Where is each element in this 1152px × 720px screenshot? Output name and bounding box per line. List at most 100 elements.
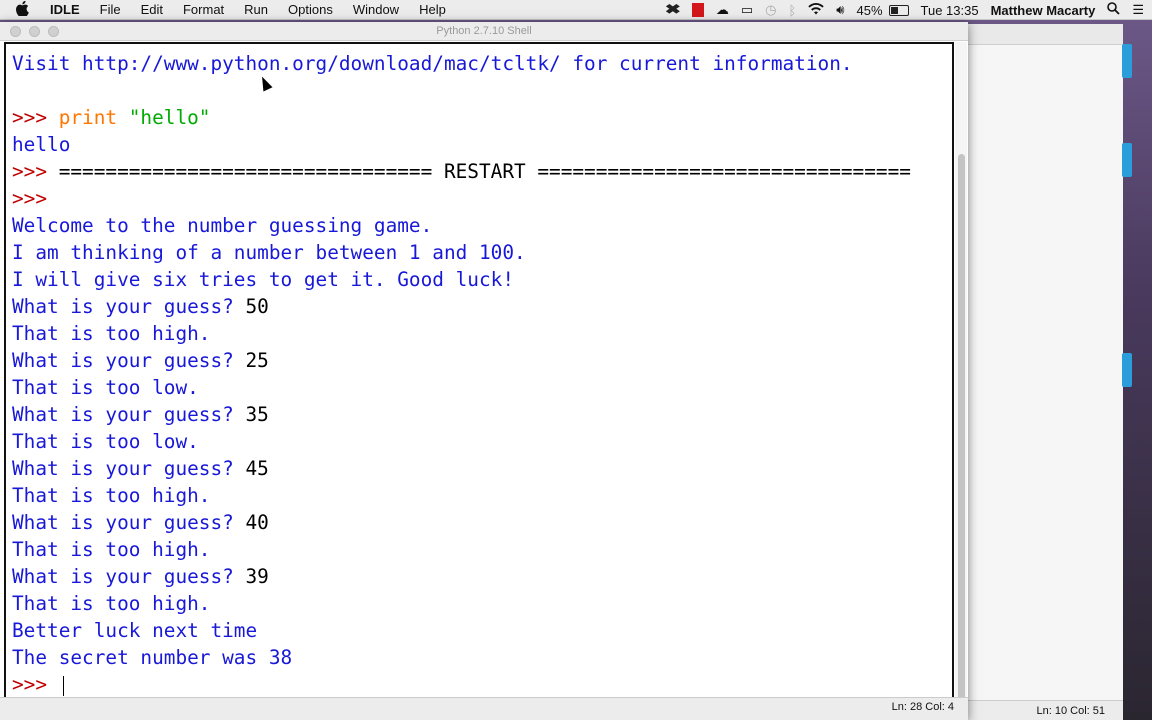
- shell-text: print: [58, 106, 118, 129]
- user-input: 45: [245, 457, 269, 480]
- shell-prompt: >>>: [12, 160, 59, 183]
- shell-line: >>>: [12, 185, 59, 212]
- menu-options[interactable]: Options: [288, 2, 333, 17]
- shell-text: What is your guess?: [12, 457, 246, 480]
- shell-text: What is your guess?: [12, 511, 246, 534]
- shell-string-literal: "hello": [117, 106, 211, 129]
- menu-help[interactable]: Help: [419, 2, 446, 17]
- shell-line: What is your guess? 35: [12, 401, 269, 428]
- shell-line: Welcome to the number guessing game.: [12, 212, 432, 239]
- shell-text: The secret number was 38: [12, 646, 293, 669]
- shell-prompt: >>>: [12, 106, 59, 129]
- window-title: Python 2.7.10 Shell: [436, 25, 532, 37]
- shell-text: That is too low.: [12, 430, 199, 453]
- status-bar: Ln: 28 Col: 4: [0, 697, 968, 720]
- shell-text: That is too high.: [12, 538, 211, 561]
- shell-line: >>>: [12, 671, 64, 698]
- apple-menu-icon[interactable]: [16, 0, 32, 19]
- shell-line: I will give six tries to get it. Good lu…: [12, 266, 514, 293]
- shell-text: What is your guess?: [12, 403, 246, 426]
- shell-line: That is too high.: [12, 320, 210, 347]
- shell-text: I will give six tries to get it. Good lu…: [12, 268, 514, 291]
- bluetooth-icon[interactable]: ᛒ: [788, 3, 796, 18]
- menu-edit[interactable]: Edit: [141, 2, 163, 17]
- shell-line: Better luck next time: [12, 617, 257, 644]
- minimize-window-button[interactable]: [29, 26, 40, 37]
- window-titlebar[interactable]: Python 2.7.10 Shell: [0, 22, 968, 41]
- shell-text: That is too high.: [12, 484, 211, 507]
- user-input: 39: [245, 565, 269, 588]
- volume-icon[interactable]: 🔊︎: [836, 2, 844, 18]
- shell-line: >>> print "hello": [12, 104, 210, 131]
- shell-line: That is too low.: [12, 374, 199, 401]
- battery-percent: 45%: [856, 2, 883, 18]
- shell-line: What is your guess? 39: [12, 563, 269, 590]
- shell-line: That is too high.: [12, 482, 210, 509]
- desktop-item[interactable]: [1122, 353, 1132, 387]
- menu-run[interactable]: Run: [244, 2, 268, 17]
- clock[interactable]: Tue 13:35: [921, 3, 979, 18]
- shell-text: ================================ RESTART…: [58, 160, 911, 183]
- shell-text: Welcome to the number guessing game.: [12, 214, 433, 237]
- shell-text: I am thinking of a number between 1 and …: [12, 241, 526, 264]
- shell-line: That is too high.: [12, 590, 210, 617]
- shell-text: That is too high.: [12, 592, 211, 615]
- user-input: 40: [245, 511, 269, 534]
- user-input: 25: [245, 349, 269, 372]
- cursor-position: Ln: 28 Col: 4: [891, 701, 954, 713]
- user-input: 50: [245, 295, 269, 318]
- shell-line: What is your guess? 45: [12, 455, 269, 482]
- shell-line: Visit http://www.python.org/download/mac…: [12, 50, 853, 77]
- status-menus: ☁ ▭ ◷ ᛒ 🔊︎ 45% Tue 13:35 Matthew Macarty…: [654, 0, 1144, 20]
- app-status-icon[interactable]: [691, 3, 704, 17]
- user-name[interactable]: Matthew Macarty: [991, 3, 1096, 18]
- shell-text: What is your guess?: [12, 565, 246, 588]
- background-cursor-position: Ln: 10 Col: 51: [1036, 704, 1106, 717]
- shell-text: hello: [12, 133, 71, 156]
- shell-text: That is too high.: [12, 322, 211, 345]
- shell-line: What is your guess? 50: [12, 293, 269, 320]
- menu-window[interactable]: Window: [353, 2, 399, 17]
- desktop-item[interactable]: [1122, 143, 1132, 177]
- airplay-icon[interactable]: ▭: [741, 2, 753, 18]
- user-input: 35: [245, 403, 269, 426]
- shell-text: Better luck next time: [12, 619, 258, 642]
- background-window-statusbar: Ln: 10 Col: 51: [961, 700, 1123, 720]
- shell-text: What is your guess?: [12, 295, 246, 318]
- shell-line: What is your guess? 25: [12, 347, 269, 374]
- window-controls: [10, 26, 67, 37]
- text-cursor: [62, 675, 64, 696]
- shell-line: That is too low.: [12, 428, 199, 455]
- scrollbar-thumb[interactable]: [958, 154, 965, 714]
- cloud-icon[interactable]: ☁: [716, 2, 729, 18]
- shell-text: What is your guess?: [12, 349, 246, 372]
- shell-text: Visit http://www.python.org/download/mac…: [12, 52, 853, 75]
- shell-line: The secret number was 38: [12, 644, 292, 671]
- menu-format[interactable]: Format: [183, 2, 224, 17]
- shell-text-area[interactable]: Visit http://www.python.org/download/mac…: [4, 42, 954, 718]
- zoom-window-button[interactable]: [48, 26, 59, 37]
- shell-text: That is too low.: [12, 376, 199, 399]
- shell-line: hello: [12, 131, 70, 158]
- shell-prompt: >>>: [12, 673, 59, 696]
- shell-line: >>> ================================ RES…: [12, 158, 911, 185]
- wifi-icon[interactable]: [808, 2, 824, 18]
- spotlight-search-icon[interactable]: [1107, 2, 1120, 18]
- close-window-button[interactable]: [10, 26, 21, 37]
- notification-center-icon[interactable]: ☰: [1132, 2, 1144, 18]
- battery-icon[interactable]: [888, 4, 909, 16]
- shell-line: I am thinking of a number between 1 and …: [12, 239, 526, 266]
- shell-line: What is your guess? 40: [12, 509, 269, 536]
- shell-line: That is too high.: [12, 536, 210, 563]
- menu-file[interactable]: File: [100, 2, 121, 17]
- shell-prompt: >>>: [12, 187, 59, 210]
- dropbox-icon[interactable]: [665, 4, 680, 14]
- desktop-item[interactable]: [1122, 44, 1132, 78]
- menu-app-idle[interactable]: IDLE: [50, 2, 80, 17]
- python-shell-window[interactable]: Python 2.7.10 Shell Visit http://www.pyt…: [0, 22, 968, 720]
- background-window[interactable]: Ln: 10 Col: 51: [960, 24, 1123, 720]
- vertical-scrollbar[interactable]: [955, 42, 967, 718]
- menu-bar: IDLE File Edit Format Run Options Window…: [0, 0, 1152, 20]
- time-machine-icon[interactable]: ◷: [765, 2, 776, 18]
- background-window-titlebar[interactable]: [961, 24, 1123, 45]
